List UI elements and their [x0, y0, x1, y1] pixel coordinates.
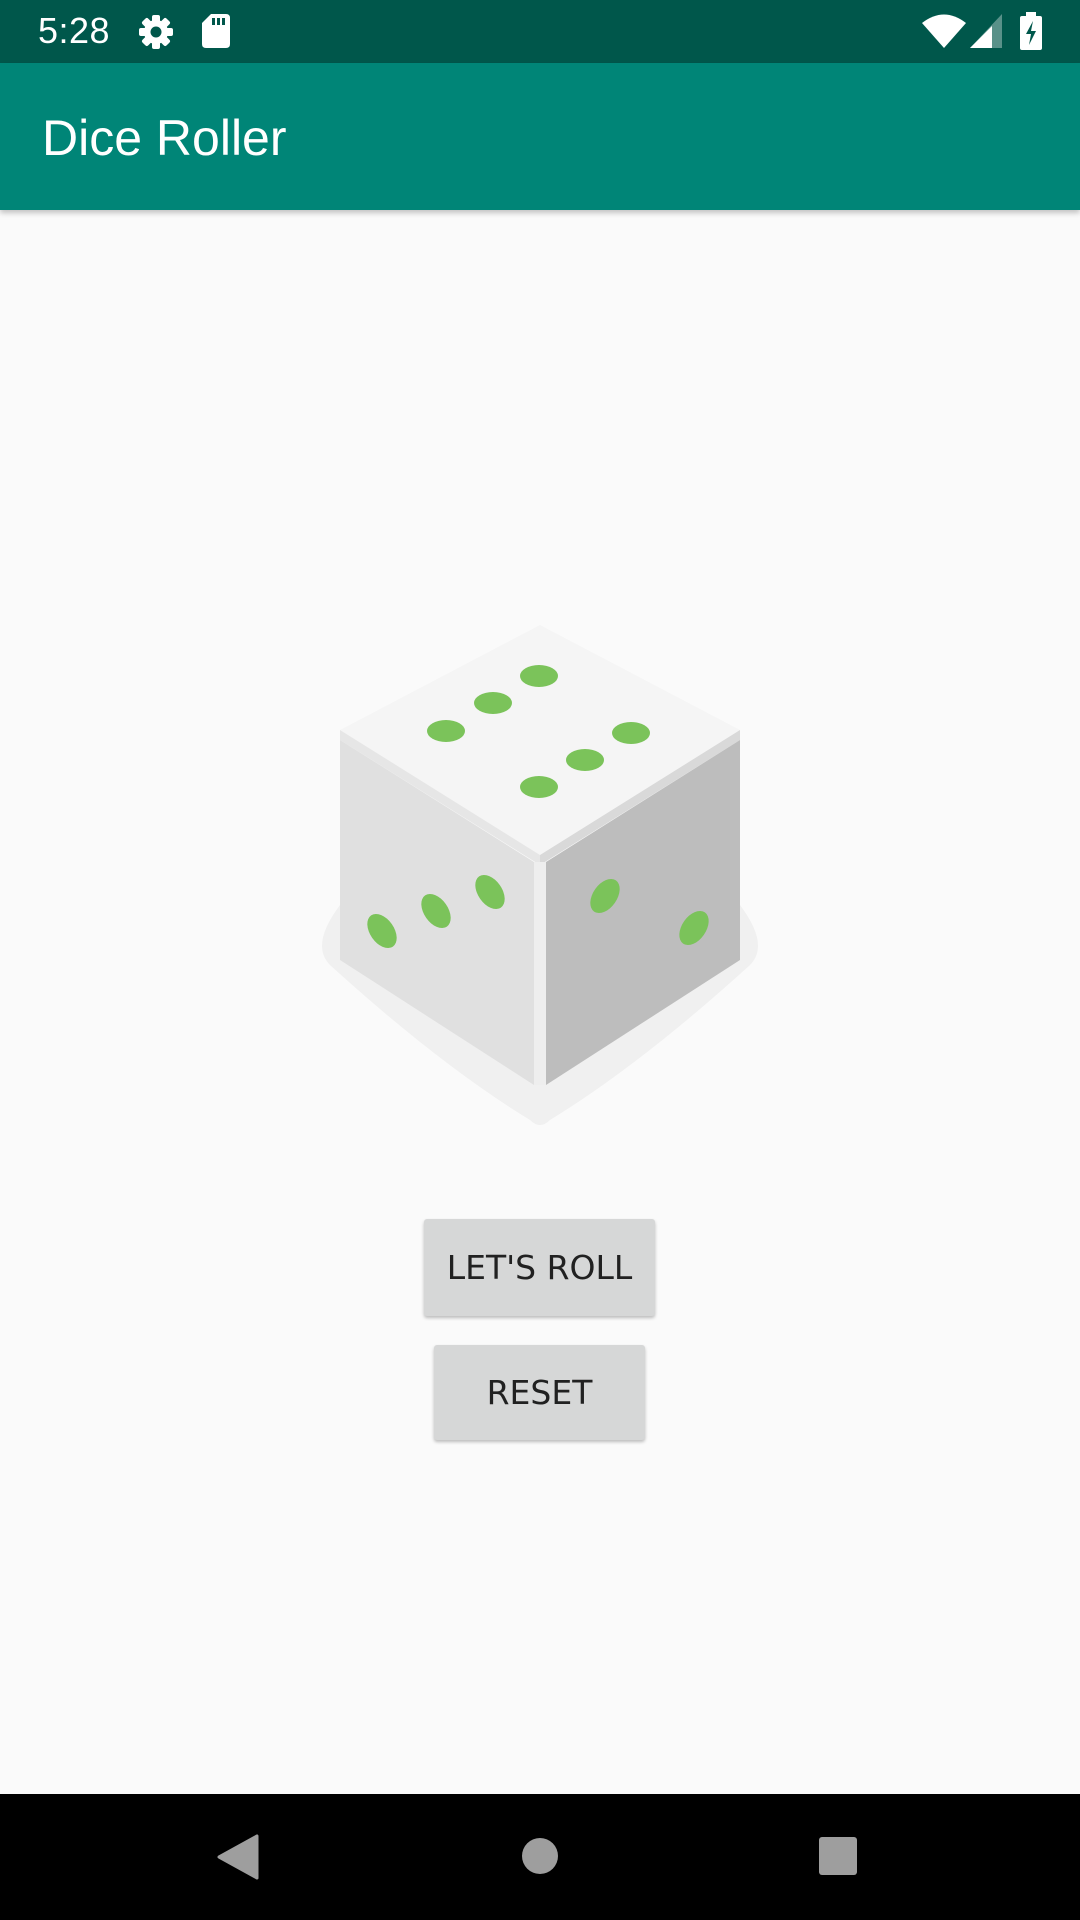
dice-icon — [300, 615, 780, 1135]
settings-icon — [138, 14, 174, 55]
status-bar: 5:28 — [0, 0, 1080, 63]
reset-button[interactable]: RESET — [434, 1345, 645, 1440]
recents-icon[interactable] — [818, 1836, 858, 1881]
app-bar: Dice Roller — [0, 63, 1080, 210]
roll-button[interactable]: LET'S ROLL — [424, 1219, 655, 1316]
wifi-icon — [922, 14, 966, 53]
back-icon[interactable] — [217, 1834, 259, 1885]
battery-charging-icon — [1020, 12, 1042, 55]
navigation-bar — [0, 1794, 1080, 1920]
cell-signal-icon — [970, 14, 1002, 53]
home-icon[interactable] — [520, 1836, 560, 1881]
sd-card-icon — [202, 14, 230, 53]
status-time: 5:28 — [38, 10, 111, 51]
app-title: Dice Roller — [42, 110, 287, 166]
